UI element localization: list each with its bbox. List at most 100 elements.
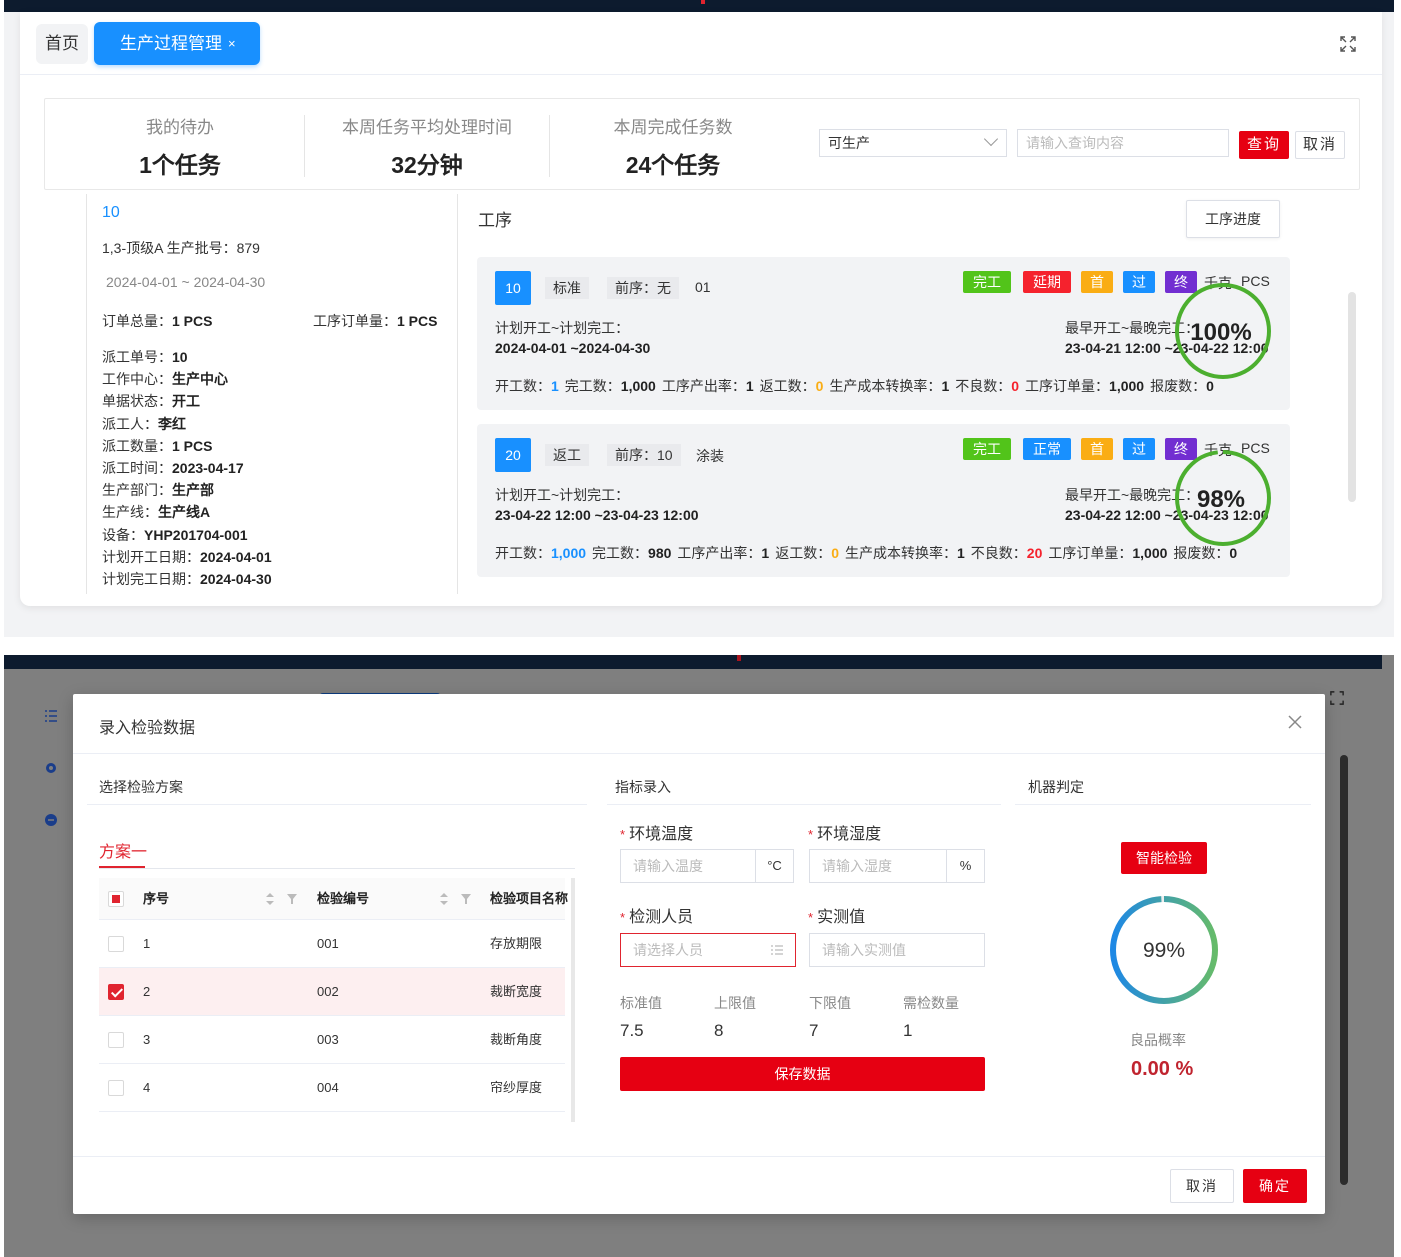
close-icon[interactable] [1287,714,1303,730]
process-area: 工序 工序进度 10 标准 前序：无 01 完工 延期首过终千克 PCS 计划开工~计划完工：… [475,194,1315,594]
order-field-value: 李红 [158,416,186,432]
query-button[interactable]: 查询 [1239,131,1289,159]
status-badge: 过 [1123,271,1155,293]
prev-process-tag: 前序：无 [607,277,679,299]
cell-item-name: 裁断角度 [490,1032,543,1047]
process-progress-button[interactable]: 工序进度 [1186,200,1280,238]
row-checkbox[interactable] [108,984,124,1000]
dialog-ok-button[interactable]: 确定 [1243,1169,1307,1203]
status-select[interactable]: 可生产 [819,129,1007,157]
metric-value: 1,000 [551,545,587,561]
inspector-placeholder: 请选择人员 [633,942,703,958]
order-field-label: 计划开工日期： [102,549,200,565]
filter-icon[interactable] [461,894,471,904]
order-field: 计划开工日期：2024-04-01 [102,547,272,567]
order-field-label: 派工单号： [102,349,172,365]
metric-label: 开工数： [495,378,551,394]
row-checkbox[interactable] [108,1032,124,1048]
tab-close-icon[interactable]: × [228,22,236,65]
cell-code: 003 [317,1032,339,1047]
metric-label: 返工数： [759,378,816,394]
order-field-value: 开工 [172,393,200,409]
link-icon[interactable] [44,813,58,827]
table-row[interactable]: 3 003 裁断角度 [99,1016,565,1064]
order-field: 生产线：生产线A [102,502,210,522]
order-field-label: 设备： [102,527,144,543]
plan-range-value: 23-04-22 12:00 ~23-04-23 12:00 [495,507,699,523]
order-no-link[interactable]: 10 [102,204,120,222]
completion-ring: 98% [1175,450,1271,546]
gear-icon[interactable] [44,761,58,775]
process-metrics: 开工数：1,000 完工数：980 工序产出率：1 返工数：0 生产成本转换率：1 不良数… [495,543,1243,563]
sort-icon[interactable] [265,892,275,906]
tab-home[interactable]: 首页 [36,24,88,64]
process-extra: 涂装 [696,448,724,464]
top-bar-indicator [701,0,705,4]
header-item-name[interactable]: 检验项目名称 [490,878,568,920]
limit-label: 标准值 [620,995,662,1011]
tab-divider [20,74,1382,75]
humidity-unit: % [946,850,984,882]
cell-item-name: 存放期限 [490,936,543,951]
background-pane [1326,693,1382,1257]
table-row[interactable]: 1 001 存放期限 [99,920,565,968]
good-rate-value: 0.00 % [1131,1058,1194,1080]
index-section-title: 指标录入 [615,779,671,795]
process-card[interactable]: 20 返工 前序：10 涂装 完工 正常首过终千克 PCS 计划开工~计划完工： 23-04-2… [477,424,1290,577]
temp-input[interactable]: 请输入温度 °C [620,849,794,883]
cell-item-name: 裁断宽度 [490,984,543,999]
tab-plan-one[interactable]: 方案一 [99,838,147,862]
row-checkbox[interactable] [108,936,124,952]
date-range: 2024-04-01 ~ 2024-04-30 [106,274,266,290]
metric-label: 工序产出率： [677,545,762,561]
dialog-header-divider [73,753,1325,754]
stat-completed-value: 24个任务 [625,152,721,178]
metric-value: 1 [941,378,950,394]
filter-icon[interactable] [287,894,297,904]
metric-label: 生产成本转换率： [845,545,957,561]
metric-label: 工序订单量： [1048,545,1133,561]
humidity-input[interactable]: 请输入湿度% [809,849,985,883]
status-badge: 延期 [1023,271,1071,293]
cancel-button[interactable]: 取消 [1295,131,1345,159]
metric-label: 不良数： [955,378,1012,394]
production-process-screen: 首页 生产过程管理 × 我的待办 1个任务 本周任务平均处理时间 32分钟 本周… [4,0,1394,637]
select-all-checkbox[interactable] [108,891,124,907]
metric-value: 1 [745,378,754,394]
chevron-down-icon [983,131,999,147]
humidity-label: * 环境湿度 [808,826,882,843]
limit-value: 1 [903,1021,913,1040]
header-seq[interactable]: 序号 [143,878,169,920]
fullscreen-icon[interactable] [1330,691,1344,705]
temp-label: * 环境温度 [620,826,694,843]
order-field-value: 1 PCS [172,438,213,454]
metric-value: 1,000 [1132,545,1168,561]
table-row[interactable]: 4 004 帘纱厚度 [99,1064,565,1112]
list-icon[interactable] [44,709,58,723]
save-data-button[interactable]: 保存数据 [620,1057,985,1091]
order-field-label: 派工时间： [102,460,172,476]
actual-value-input[interactable]: 请输入实测值 [809,933,985,967]
inspector-select[interactable]: 请选择人员 [620,933,796,967]
dialog-footer-divider [73,1156,1325,1157]
order-detail-panel: 10 1,3-顶级A 生产批号：879 2024-04-01 ~ 2024-04… [86,194,458,594]
query-input[interactable]: 请输入查询内容 [1017,129,1229,157]
tab-production-process[interactable]: 生产过程管理 × [94,22,260,65]
sort-icon[interactable] [439,892,449,906]
cell-code: 001 [317,936,339,951]
order-field: 派工时间：2023-04-17 [102,458,244,478]
scrollbar[interactable] [1348,292,1356,502]
table-scrollbar[interactable] [571,878,575,1122]
row-checkbox[interactable] [108,1080,124,1096]
scrollbar[interactable] [1340,755,1348,1185]
order-total-label: 订单总量： [102,313,172,329]
cell-seq: 3 [143,1032,151,1047]
order-field-label: 生产线： [102,504,158,520]
process-card[interactable]: 10 标准 前序：无 01 完工 延期首过终千克 PCS 计划开工~计划完工： 2024-04-… [477,257,1290,410]
fullscreen-icon[interactable] [1340,36,1356,52]
header-code[interactable]: 检验编号 [317,878,369,920]
table-row[interactable]: 2 002 裁断宽度 [99,968,565,1016]
order-field: 生产部门：生产部 [102,480,214,500]
dialog-cancel-button[interactable]: 取消 [1170,1169,1234,1203]
smart-inspect-button[interactable]: 智能检验 [1121,842,1207,874]
